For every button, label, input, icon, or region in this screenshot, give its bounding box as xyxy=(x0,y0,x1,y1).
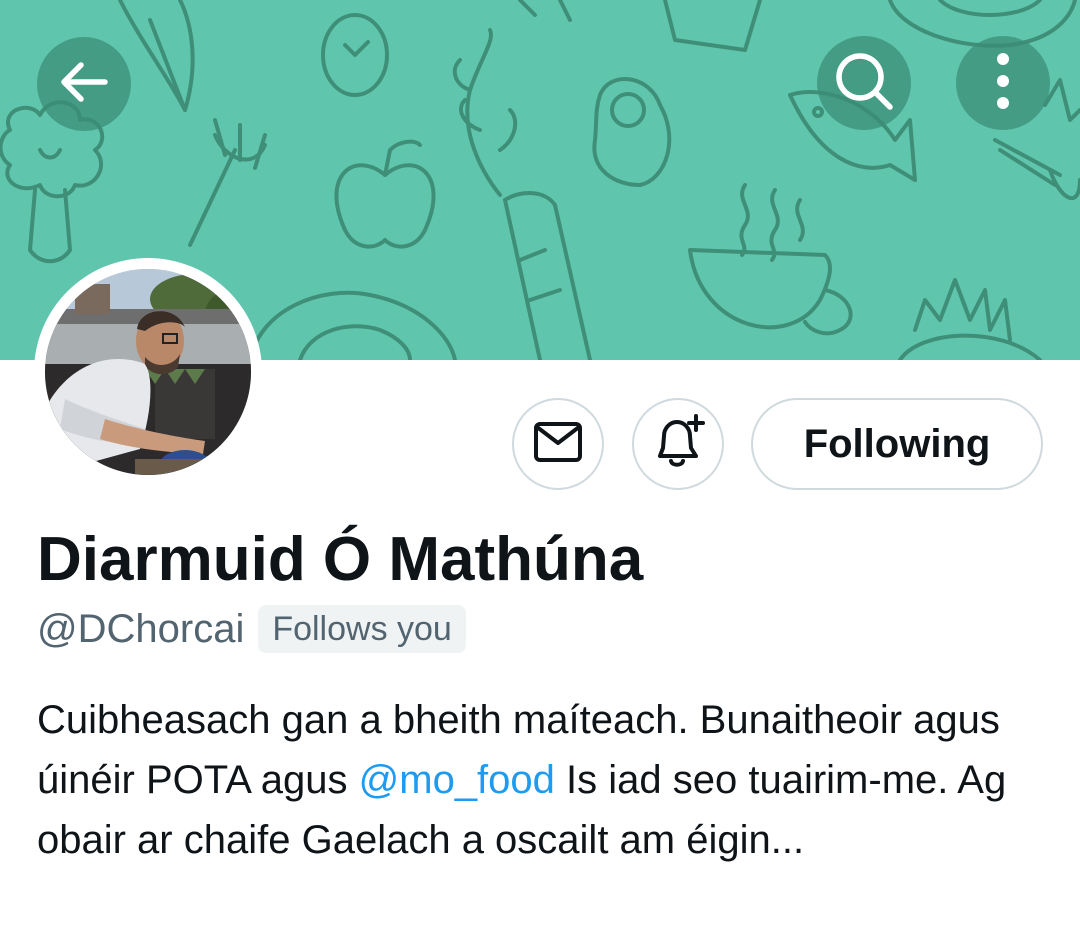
more-options-button[interactable] xyxy=(956,36,1050,130)
arrow-left-icon xyxy=(57,55,111,114)
handle-row: @DChorcai Follows you xyxy=(37,603,466,655)
envelope-icon xyxy=(533,421,583,468)
follows-you-badge: Follows you xyxy=(258,605,466,653)
search-icon xyxy=(833,50,895,117)
notifications-button[interactable] xyxy=(632,398,724,490)
more-vertical-icon xyxy=(993,51,1013,116)
back-button[interactable] xyxy=(37,37,131,131)
avatar[interactable] xyxy=(34,258,262,486)
message-button[interactable] xyxy=(512,398,604,490)
bio-mention-link[interactable]: @mo_food xyxy=(359,758,555,802)
following-button[interactable]: Following xyxy=(751,398,1043,490)
user-handle: @DChorcai xyxy=(37,606,245,651)
bell-plus-icon xyxy=(650,413,706,475)
avatar-photo xyxy=(45,269,251,475)
display-name: Diarmuid Ó Mathúna xyxy=(37,525,644,594)
search-button[interactable] xyxy=(817,36,911,130)
profile-bio: Cuibheasach gan a bheith maíteach. Bunai… xyxy=(37,690,1047,870)
